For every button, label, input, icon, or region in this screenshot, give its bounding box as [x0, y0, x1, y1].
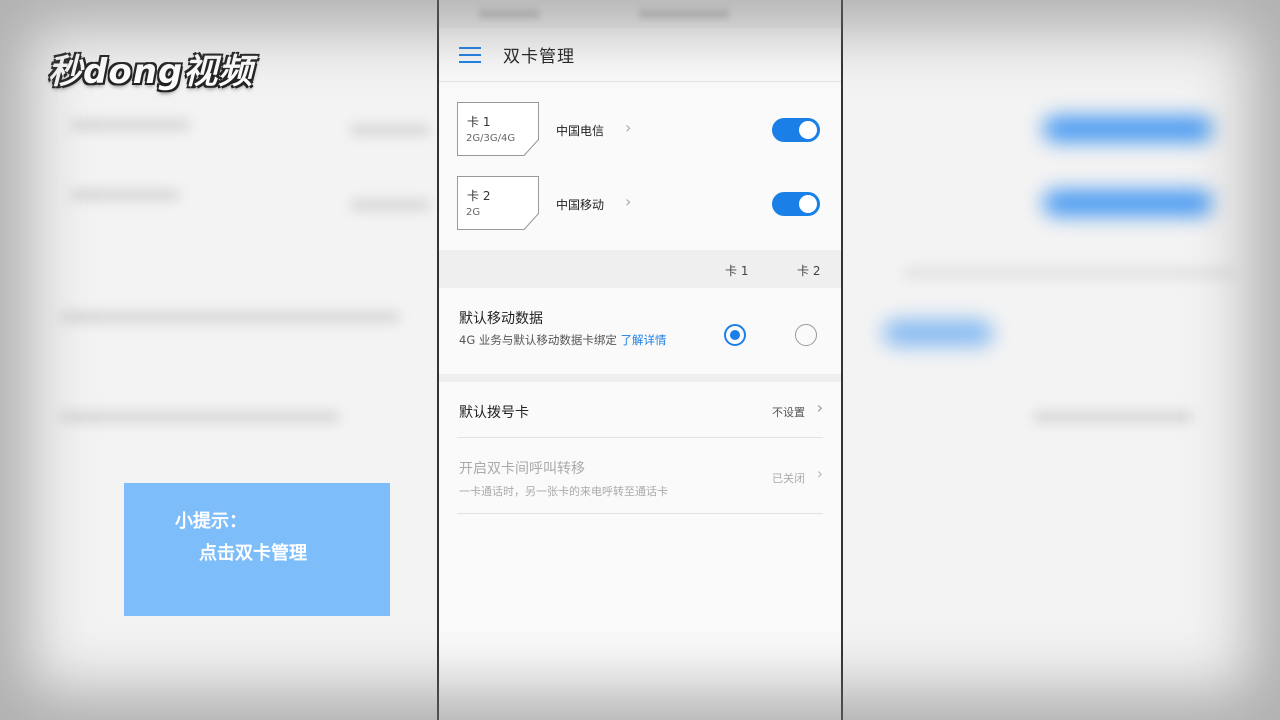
carrier-label: 中国移动 — [556, 198, 605, 212]
sim-card-icon: 卡 2 2G — [457, 176, 539, 230]
sim2-toggle[interactable] — [772, 192, 820, 216]
blurred-background-right — [843, 0, 1280, 720]
menu-icon[interactable] — [459, 46, 481, 63]
data-card1-radio[interactable] — [724, 324, 746, 346]
default-mobile-data-row: 默认移动数据 4G 业务与默认移动数据卡绑定 了解详情 — [439, 288, 841, 382]
sim-name: 卡 2 — [467, 189, 491, 203]
carrier-label: 中国电信 — [556, 124, 605, 138]
call-forward-row[interactable]: 开启双卡间呼叫转移 一卡通话时，另一张卡的来电呼转至通话卡 已关闭 › — [457, 438, 823, 514]
page-title: 双卡管理 — [503, 47, 575, 67]
chevron-right-icon: › — [816, 464, 823, 483]
sim-row-1[interactable]: 卡 1 2G/3G/4G 中国电信 › — [439, 82, 841, 156]
learn-more-link[interactable]: 了解详情 — [621, 333, 667, 347]
sim-networks: 2G/3G/4G — [466, 133, 516, 144]
sim-card-icon: 卡 1 2G/3G/4G — [457, 102, 539, 156]
call-forward-title: 开启双卡间呼叫转移 — [459, 461, 585, 477]
chevron-right-icon: › — [816, 398, 823, 417]
tip-text: 点击双卡管理 — [199, 543, 307, 564]
tip-box: 小提示： 点击双卡管理 — [124, 483, 390, 616]
sim-row-2[interactable]: 卡 2 2G 中国移动 › — [439, 156, 841, 230]
default-data-title: 默认移动数据 — [459, 311, 543, 327]
status-bar — [439, 0, 841, 28]
logo: 秒dong视频 — [48, 52, 254, 92]
card-column-header: 卡 1 卡 2 — [439, 250, 841, 288]
sim-networks: 2G — [466, 207, 481, 218]
default-dial-title: 默认拨号卡 — [459, 405, 529, 421]
default-data-desc: 4G 业务与默认移动数据卡绑定 了解详情 — [459, 333, 667, 347]
sim-name: 卡 1 — [467, 115, 491, 129]
call-forward-value: 已关闭 — [772, 472, 805, 485]
column-card2: 卡 2 — [797, 264, 821, 278]
tip-title: 小提示： — [175, 511, 247, 532]
sim1-toggle[interactable] — [772, 118, 820, 142]
phone-screen: 双卡管理 卡 1 2G/3G/4G 中国电信 › 卡 2 2G 中国移动 › 卡… — [437, 0, 843, 720]
default-dial-card-row[interactable]: 默认拨号卡 不设置 › — [457, 382, 823, 438]
call-forward-desc: 一卡通话时，另一张卡的来电呼转至通话卡 — [459, 485, 668, 498]
default-dial-value: 不设置 — [772, 406, 805, 419]
chevron-right-icon: › — [625, 192, 632, 211]
app-bar: 双卡管理 — [439, 28, 841, 82]
column-card1: 卡 1 — [725, 264, 749, 278]
data-card2-radio[interactable] — [795, 324, 817, 346]
chevron-right-icon: › — [625, 118, 632, 137]
